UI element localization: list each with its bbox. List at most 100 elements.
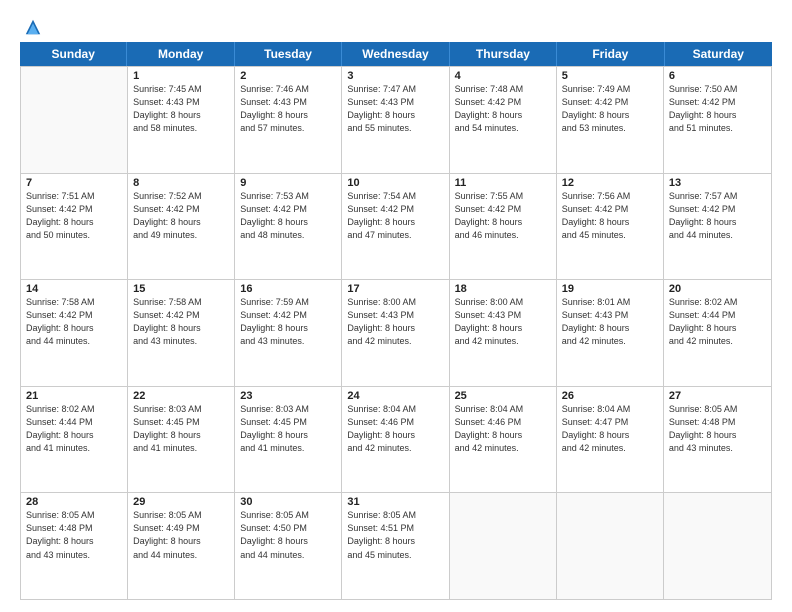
day-number: 5 (562, 70, 658, 82)
day-number: 6 (669, 70, 766, 82)
day-info: Sunrise: 7:51 AM Sunset: 4:42 PM Dayligh… (26, 190, 122, 242)
day-cell-17: 17Sunrise: 8:00 AM Sunset: 4:43 PM Dayli… (342, 280, 449, 386)
day-info: Sunrise: 7:58 AM Sunset: 4:42 PM Dayligh… (133, 296, 229, 348)
day-info: Sunrise: 8:02 AM Sunset: 4:44 PM Dayligh… (26, 403, 122, 455)
header-day-tuesday: Tuesday (235, 42, 342, 66)
day-info: Sunrise: 7:57 AM Sunset: 4:42 PM Dayligh… (669, 190, 766, 242)
day-info: Sunrise: 7:48 AM Sunset: 4:42 PM Dayligh… (455, 83, 551, 135)
header-day-sunday: Sunday (20, 42, 127, 66)
day-info: Sunrise: 7:47 AM Sunset: 4:43 PM Dayligh… (347, 83, 443, 135)
day-number: 24 (347, 390, 443, 402)
day-info: Sunrise: 8:05 AM Sunset: 4:48 PM Dayligh… (669, 403, 766, 455)
day-info: Sunrise: 7:54 AM Sunset: 4:42 PM Dayligh… (347, 190, 443, 242)
day-cell-6: 6Sunrise: 7:50 AM Sunset: 4:42 PM Daylig… (664, 67, 771, 173)
day-number: 29 (133, 496, 229, 508)
day-number: 15 (133, 283, 229, 295)
day-info: Sunrise: 8:04 AM Sunset: 4:46 PM Dayligh… (455, 403, 551, 455)
empty-cell-4-5 (557, 493, 664, 599)
day-cell-10: 10Sunrise: 7:54 AM Sunset: 4:42 PM Dayli… (342, 174, 449, 280)
day-info: Sunrise: 8:04 AM Sunset: 4:47 PM Dayligh… (562, 403, 658, 455)
day-cell-4: 4Sunrise: 7:48 AM Sunset: 4:42 PM Daylig… (450, 67, 557, 173)
day-number: 7 (26, 177, 122, 189)
day-cell-20: 20Sunrise: 8:02 AM Sunset: 4:44 PM Dayli… (664, 280, 771, 386)
day-cell-14: 14Sunrise: 7:58 AM Sunset: 4:42 PM Dayli… (21, 280, 128, 386)
day-number: 8 (133, 177, 229, 189)
day-number: 27 (669, 390, 766, 402)
day-cell-9: 9Sunrise: 7:53 AM Sunset: 4:42 PM Daylig… (235, 174, 342, 280)
calendar-body: 1Sunrise: 7:45 AM Sunset: 4:43 PM Daylig… (20, 66, 772, 600)
day-cell-23: 23Sunrise: 8:03 AM Sunset: 4:45 PM Dayli… (235, 387, 342, 493)
day-number: 26 (562, 390, 658, 402)
day-cell-25: 25Sunrise: 8:04 AM Sunset: 4:46 PM Dayli… (450, 387, 557, 493)
day-number: 17 (347, 283, 443, 295)
day-number: 12 (562, 177, 658, 189)
calendar: SundayMondayTuesdayWednesdayThursdayFrid… (20, 42, 772, 600)
day-number: 2 (240, 70, 336, 82)
calendar-row-0: 1Sunrise: 7:45 AM Sunset: 4:43 PM Daylig… (21, 66, 771, 173)
header-day-monday: Monday (127, 42, 234, 66)
day-info: Sunrise: 7:58 AM Sunset: 4:42 PM Dayligh… (26, 296, 122, 348)
calendar-header: SundayMondayTuesdayWednesdayThursdayFrid… (20, 42, 772, 66)
header-day-thursday: Thursday (450, 42, 557, 66)
calendar-row-2: 14Sunrise: 7:58 AM Sunset: 4:42 PM Dayli… (21, 279, 771, 386)
day-cell-26: 26Sunrise: 8:04 AM Sunset: 4:47 PM Dayli… (557, 387, 664, 493)
logo-icon (24, 18, 42, 36)
calendar-row-4: 28Sunrise: 8:05 AM Sunset: 4:48 PM Dayli… (21, 492, 771, 599)
day-cell-19: 19Sunrise: 8:01 AM Sunset: 4:43 PM Dayli… (557, 280, 664, 386)
day-cell-16: 16Sunrise: 7:59 AM Sunset: 4:42 PM Dayli… (235, 280, 342, 386)
day-info: Sunrise: 7:55 AM Sunset: 4:42 PM Dayligh… (455, 190, 551, 242)
day-number: 31 (347, 496, 443, 508)
day-cell-12: 12Sunrise: 7:56 AM Sunset: 4:42 PM Dayli… (557, 174, 664, 280)
day-number: 13 (669, 177, 766, 189)
day-cell-21: 21Sunrise: 8:02 AM Sunset: 4:44 PM Dayli… (21, 387, 128, 493)
day-info: Sunrise: 8:02 AM Sunset: 4:44 PM Dayligh… (669, 296, 766, 348)
page: SundayMondayTuesdayWednesdayThursdayFrid… (0, 0, 792, 612)
logo (20, 18, 42, 32)
day-info: Sunrise: 7:50 AM Sunset: 4:42 PM Dayligh… (669, 83, 766, 135)
day-number: 10 (347, 177, 443, 189)
day-info: Sunrise: 8:05 AM Sunset: 4:48 PM Dayligh… (26, 509, 122, 561)
day-cell-7: 7Sunrise: 7:51 AM Sunset: 4:42 PM Daylig… (21, 174, 128, 280)
day-number: 11 (455, 177, 551, 189)
day-cell-28: 28Sunrise: 8:05 AM Sunset: 4:48 PM Dayli… (21, 493, 128, 599)
day-cell-2: 2Sunrise: 7:46 AM Sunset: 4:43 PM Daylig… (235, 67, 342, 173)
day-number: 14 (26, 283, 122, 295)
header-day-wednesday: Wednesday (342, 42, 449, 66)
day-number: 22 (133, 390, 229, 402)
empty-cell-4-6 (664, 493, 771, 599)
day-info: Sunrise: 7:46 AM Sunset: 4:43 PM Dayligh… (240, 83, 336, 135)
day-info: Sunrise: 8:04 AM Sunset: 4:46 PM Dayligh… (347, 403, 443, 455)
day-info: Sunrise: 7:45 AM Sunset: 4:43 PM Dayligh… (133, 83, 229, 135)
day-cell-11: 11Sunrise: 7:55 AM Sunset: 4:42 PM Dayli… (450, 174, 557, 280)
day-cell-8: 8Sunrise: 7:52 AM Sunset: 4:42 PM Daylig… (128, 174, 235, 280)
day-info: Sunrise: 8:05 AM Sunset: 4:49 PM Dayligh… (133, 509, 229, 561)
day-number: 30 (240, 496, 336, 508)
day-cell-31: 31Sunrise: 8:05 AM Sunset: 4:51 PM Dayli… (342, 493, 449, 599)
day-cell-30: 30Sunrise: 8:05 AM Sunset: 4:50 PM Dayli… (235, 493, 342, 599)
day-info: Sunrise: 8:05 AM Sunset: 4:51 PM Dayligh… (347, 509, 443, 561)
empty-cell-4-4 (450, 493, 557, 599)
day-cell-27: 27Sunrise: 8:05 AM Sunset: 4:48 PM Dayli… (664, 387, 771, 493)
day-number: 1 (133, 70, 229, 82)
day-number: 25 (455, 390, 551, 402)
day-info: Sunrise: 8:01 AM Sunset: 4:43 PM Dayligh… (562, 296, 658, 348)
day-info: Sunrise: 8:00 AM Sunset: 4:43 PM Dayligh… (347, 296, 443, 348)
calendar-row-3: 21Sunrise: 8:02 AM Sunset: 4:44 PM Dayli… (21, 386, 771, 493)
day-cell-1: 1Sunrise: 7:45 AM Sunset: 4:43 PM Daylig… (128, 67, 235, 173)
day-cell-3: 3Sunrise: 7:47 AM Sunset: 4:43 PM Daylig… (342, 67, 449, 173)
day-number: 20 (669, 283, 766, 295)
header-day-friday: Friday (557, 42, 664, 66)
day-info: Sunrise: 7:49 AM Sunset: 4:42 PM Dayligh… (562, 83, 658, 135)
day-info: Sunrise: 8:00 AM Sunset: 4:43 PM Dayligh… (455, 296, 551, 348)
day-cell-22: 22Sunrise: 8:03 AM Sunset: 4:45 PM Dayli… (128, 387, 235, 493)
day-cell-24: 24Sunrise: 8:04 AM Sunset: 4:46 PM Dayli… (342, 387, 449, 493)
empty-cell-0-0 (21, 67, 128, 173)
day-cell-15: 15Sunrise: 7:58 AM Sunset: 4:42 PM Dayli… (128, 280, 235, 386)
day-number: 28 (26, 496, 122, 508)
day-info: Sunrise: 7:56 AM Sunset: 4:42 PM Dayligh… (562, 190, 658, 242)
day-number: 18 (455, 283, 551, 295)
day-number: 16 (240, 283, 336, 295)
day-info: Sunrise: 7:52 AM Sunset: 4:42 PM Dayligh… (133, 190, 229, 242)
day-cell-18: 18Sunrise: 8:00 AM Sunset: 4:43 PM Dayli… (450, 280, 557, 386)
day-number: 23 (240, 390, 336, 402)
